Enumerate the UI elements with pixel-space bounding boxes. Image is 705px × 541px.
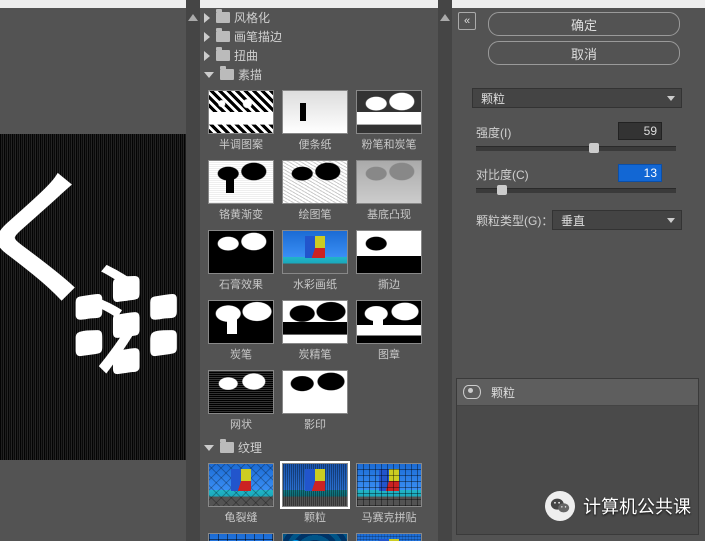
slider-knob[interactable]	[497, 185, 507, 195]
folder-icon	[220, 442, 234, 453]
thumb-stainedglass[interactable]	[282, 533, 348, 541]
collapse-icon	[204, 445, 214, 451]
expand-icon	[204, 51, 210, 61]
intensity-label: 强度(I)	[476, 124, 511, 141]
folder-icon	[220, 69, 234, 80]
preview-scrollbar[interactable]	[186, 0, 200, 541]
folder-icon	[216, 50, 230, 61]
thumb-reticulation[interactable]: 网状	[208, 370, 274, 432]
category-label: 风格化	[234, 9, 270, 26]
preview-image[interactable]: く ፨ 氵	[0, 134, 186, 460]
effects-list: 颗粒	[456, 378, 699, 535]
filter-dropdown[interactable]: 颗粒	[472, 88, 682, 108]
thumb-texturizer[interactable]	[356, 533, 422, 541]
thumb-waterpaper[interactable]: 水彩画纸	[282, 230, 348, 292]
visibility-icon[interactable]	[463, 385, 481, 399]
texture-grid: 龟裂缝 颗粒 马赛克拼贴	[200, 457, 438, 541]
thumb-photocopy[interactable]: 影印	[282, 370, 348, 432]
ok-button[interactable]: 确定	[488, 12, 680, 36]
category-distort[interactable]: 扭曲	[200, 46, 438, 65]
thumb-chrome[interactable]: 铬黄渐变	[208, 160, 274, 222]
intensity-value[interactable]: 59	[618, 122, 662, 140]
effect-name: 颗粒	[491, 384, 515, 401]
expand-icon	[204, 13, 210, 23]
collapse-icon	[204, 72, 214, 78]
thumb-craquelure[interactable]: 龟裂缝	[208, 463, 274, 525]
thumb-graphicpen[interactable]: 绘图笔	[282, 160, 348, 222]
thumb-chalk[interactable]: 粉笔和炭笔	[356, 90, 422, 152]
category-texture[interactable]: 纹理	[200, 438, 438, 457]
category-label: 纹理	[238, 439, 262, 456]
thumb-torn[interactable]: 撕边	[356, 230, 422, 292]
folder-icon	[216, 31, 230, 42]
contrast-slider[interactable]	[476, 188, 676, 193]
expand-icon	[204, 32, 210, 42]
thumb-plaster[interactable]: 石膏效果	[208, 230, 274, 292]
thumb-grain[interactable]: 颗粒	[282, 463, 348, 525]
thumb-charcoal[interactable]: 炭笔	[208, 300, 274, 362]
tree-scrollbar[interactable]	[438, 0, 452, 541]
category-stylize[interactable]: 风格化	[200, 8, 438, 27]
cancel-button[interactable]: 取消	[488, 41, 680, 65]
thumb-basrelief[interactable]: 基底凸现	[356, 160, 422, 222]
filter-tree: 风格化 画笔描边 扭曲 素描 半调图案 便条纸 粉笔和炭笔 铬黄渐变 绘图笔 基…	[200, 0, 438, 541]
thumb-stamp[interactable]: 图章	[356, 300, 422, 362]
contrast-value[interactable]: 13	[618, 164, 662, 182]
sketch-grid: 半调图案 便条纸 粉笔和炭笔 铬黄渐变 绘图笔 基底凸现 石膏效果 水彩画纸 撕…	[200, 84, 438, 438]
category-label: 画笔描边	[234, 28, 282, 45]
intensity-slider[interactable]	[476, 146, 676, 151]
preview-panel: く ፨ 氵	[0, 0, 186, 541]
thumb-conte[interactable]: 炭精笔	[282, 300, 348, 362]
category-sketch[interactable]: 素描	[200, 65, 438, 84]
slider-knob[interactable]	[589, 143, 599, 153]
category-label: 素描	[238, 66, 262, 83]
thumb-mosaic[interactable]: 马赛克拼贴	[356, 463, 422, 525]
category-brush[interactable]: 画笔描边	[200, 27, 438, 46]
folder-icon	[216, 12, 230, 23]
options-panel: « 确定 取消 颗粒 强度(I) 59 对比度(C) 13 颗粒类型(G)： 垂…	[452, 0, 705, 541]
category-label: 扭曲	[234, 47, 258, 64]
effect-row[interactable]: 颗粒	[457, 379, 698, 406]
collapse-panel-icon[interactable]: «	[458, 12, 476, 30]
graintype-dropdown[interactable]: 垂直	[552, 210, 682, 230]
contrast-label: 对比度(C)	[476, 166, 529, 183]
thumb-notepaper[interactable]: 便条纸	[282, 90, 348, 152]
graintype-label: 颗粒类型(G)：	[476, 212, 553, 229]
thumb-halftone[interactable]: 半调图案	[208, 90, 274, 152]
thumb-patchwork[interactable]	[208, 533, 274, 541]
